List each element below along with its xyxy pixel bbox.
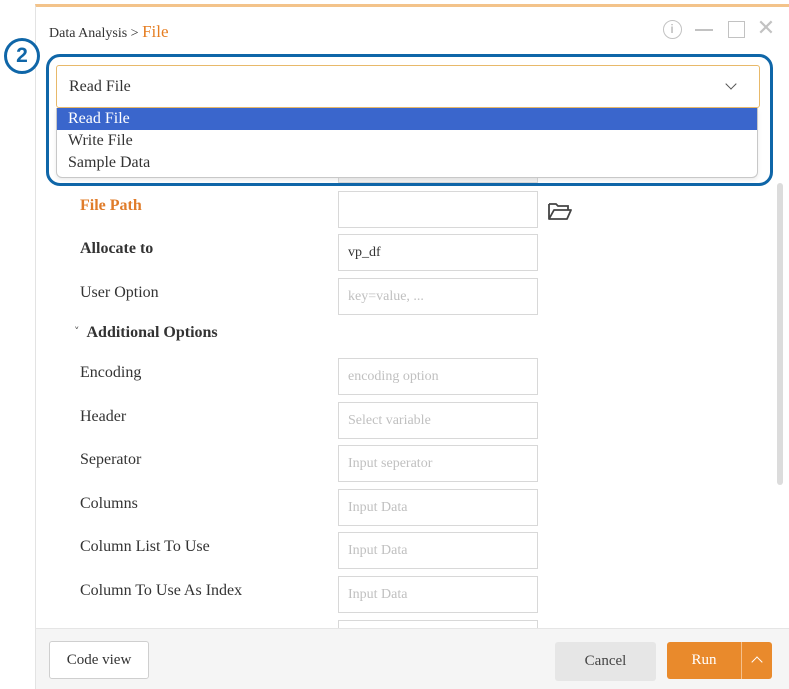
column-list-label: Column List To Use — [80, 538, 210, 555]
run-button[interactable]: Run — [667, 642, 741, 679]
step-number-badge: 2 — [4, 38, 40, 74]
scrollbar[interactable] — [777, 183, 783, 485]
folder-open-icon[interactable] — [546, 199, 574, 223]
additional-options-label: Additional Options — [86, 324, 218, 341]
encoding-input[interactable]: encoding option — [338, 358, 538, 395]
separator-label: Seperator — [80, 451, 142, 468]
encoding-label: Encoding — [80, 364, 142, 381]
breadcrumb-parent: Data Analysis > — [49, 26, 143, 41]
run-options-chevron-up-icon[interactable] — [741, 642, 772, 679]
chevron-down-icon: ˅ — [74, 325, 80, 338]
cancel-button[interactable]: Cancel — [555, 642, 656, 681]
header-label: Header — [80, 408, 127, 425]
breadcrumb: Data Analysis > File — [49, 22, 169, 42]
breadcrumb-current: File — [142, 22, 169, 41]
maximize-icon[interactable] — [724, 16, 748, 42]
info-icon[interactable]: i — [660, 16, 684, 42]
allocate-to-input[interactable]: vp_df — [338, 234, 538, 271]
title-bar: Data Analysis > File i ✕ — [36, 7, 789, 53]
next-field-input[interactable] — [338, 620, 538, 628]
user-option-input[interactable]: key=value, ... — [338, 278, 538, 315]
file-path-label: File Path — [80, 197, 142, 214]
code-view-button[interactable]: Code view — [49, 641, 149, 679]
additional-options-toggle[interactable]: ˅ Additional Options — [74, 324, 218, 342]
columns-input[interactable]: Input Data — [338, 489, 538, 526]
columns-label: Columns — [80, 495, 138, 512]
allocate-to-label: Allocate to — [80, 240, 154, 257]
highlight-callout — [46, 54, 773, 186]
user-option-label: User Option — [80, 284, 159, 301]
minimize-icon[interactable] — [692, 16, 716, 42]
column-list-input[interactable]: Input Data — [338, 532, 538, 569]
header-input[interactable]: Select variable — [338, 402, 538, 439]
close-icon[interactable]: ✕ — [754, 16, 778, 42]
index-column-input[interactable]: Input Data — [338, 576, 538, 613]
index-column-label: Column To Use As Index — [80, 582, 243, 599]
file-path-input[interactable] — [338, 191, 538, 228]
separator-input[interactable]: Input seperator — [338, 445, 538, 482]
info-glyph: i — [662, 19, 682, 39]
